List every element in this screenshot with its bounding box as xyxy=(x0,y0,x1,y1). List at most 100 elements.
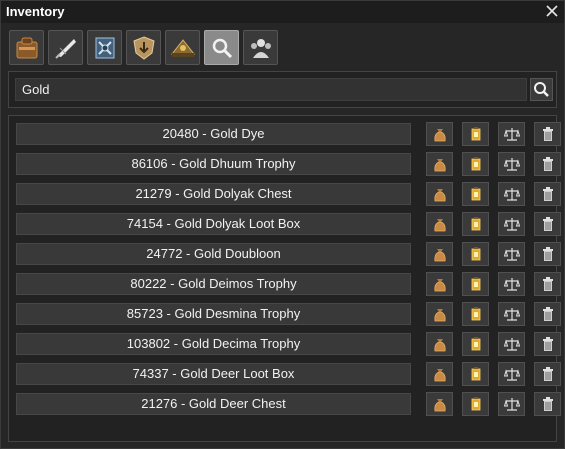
magnifier-icon xyxy=(212,38,232,58)
shield-arrow-icon xyxy=(132,35,155,60)
trading-post-button[interactable] xyxy=(498,182,525,206)
item-label[interactable]: 74337 - Gold Deer Loot Box xyxy=(16,363,411,385)
trading-post-button[interactable] xyxy=(498,122,525,146)
locate-button[interactable] xyxy=(462,272,489,296)
close-button[interactable] xyxy=(544,3,560,19)
tab-materials[interactable] xyxy=(165,30,200,65)
item-label[interactable]: 21276 - Gold Deer Chest xyxy=(16,393,411,415)
trading-post-button[interactable] xyxy=(498,302,525,326)
money-bag-icon xyxy=(433,159,446,172)
search-input[interactable] xyxy=(15,78,527,101)
money-bag-icon xyxy=(433,309,446,322)
item-label[interactable]: 85723 - Gold Desmina Trophy xyxy=(16,303,411,325)
deposit-button[interactable] xyxy=(426,212,453,236)
locate-button[interactable] xyxy=(462,302,489,326)
locate-button[interactable] xyxy=(462,212,489,236)
scales-icon xyxy=(503,248,520,261)
tab-guild[interactable] xyxy=(243,30,278,65)
list-item: 103802 - Gold Decima Trophy xyxy=(16,332,561,356)
locate-button[interactable] xyxy=(462,152,489,176)
locate-button[interactable] xyxy=(462,122,489,146)
scales-icon xyxy=(503,308,520,321)
window-title: Inventory xyxy=(6,4,65,19)
locate-button[interactable] xyxy=(462,392,489,416)
scales-icon xyxy=(503,398,520,411)
deposit-button[interactable] xyxy=(426,242,453,266)
list-item: 21279 - Gold Dolyak Chest xyxy=(16,182,561,206)
trash-icon xyxy=(542,337,553,351)
title-bar[interactable]: Inventory xyxy=(1,1,564,23)
lantern-icon xyxy=(471,247,480,261)
list-item: 86106 - Gold Dhuum Trophy xyxy=(16,152,561,176)
deposit-button[interactable] xyxy=(426,182,453,206)
lantern-icon xyxy=(471,127,480,141)
locate-button[interactable] xyxy=(462,182,489,206)
results-list: 20480 - Gold Dye 86106 - Gold Dhuum Trop… xyxy=(8,115,561,442)
item-label[interactable]: 20480 - Gold Dye xyxy=(16,123,411,145)
money-bag-icon xyxy=(433,129,446,142)
trash-icon xyxy=(542,367,553,381)
scales-icon xyxy=(503,338,520,351)
lantern-icon xyxy=(471,157,480,171)
tab-bar xyxy=(9,30,278,66)
delete-button[interactable] xyxy=(534,212,561,236)
list-item: 24772 - Gold Doubloon xyxy=(16,242,561,266)
delete-button[interactable] xyxy=(534,332,561,356)
delete-button[interactable] xyxy=(534,362,561,386)
delete-button[interactable] xyxy=(534,152,561,176)
deposit-button[interactable] xyxy=(426,272,453,296)
list-item: 74337 - Gold Deer Loot Box xyxy=(16,362,561,386)
deposit-button[interactable] xyxy=(426,362,453,386)
lantern-icon xyxy=(471,187,480,201)
item-label[interactable]: 74154 - Gold Dolyak Loot Box xyxy=(16,213,411,235)
delete-button[interactable] xyxy=(534,182,561,206)
locate-button[interactable] xyxy=(462,242,489,266)
quill-icon xyxy=(54,38,76,59)
deposit-button[interactable] xyxy=(426,302,453,326)
tab-bag[interactable] xyxy=(9,30,44,65)
trading-post-button[interactable] xyxy=(498,272,525,296)
locate-button[interactable] xyxy=(462,362,489,386)
delete-button[interactable] xyxy=(534,392,561,416)
delete-button[interactable] xyxy=(534,122,561,146)
money-bag-icon xyxy=(433,369,446,382)
tab-search[interactable] xyxy=(204,30,239,65)
trash-icon xyxy=(542,187,553,201)
deposit-button[interactable] xyxy=(426,122,453,146)
tab-crafting[interactable] xyxy=(48,30,83,65)
trash-icon xyxy=(542,397,553,411)
money-bag-icon xyxy=(433,339,446,352)
lantern-icon xyxy=(471,367,480,381)
trading-post-button[interactable] xyxy=(498,242,525,266)
deposit-button[interactable] xyxy=(426,332,453,356)
bank-vault-icon xyxy=(95,37,114,58)
delete-button[interactable] xyxy=(534,242,561,266)
scales-icon xyxy=(503,278,520,291)
list-item: 20480 - Gold Dye xyxy=(16,122,561,146)
trash-icon xyxy=(542,157,553,171)
delete-button[interactable] xyxy=(534,302,561,326)
trash-icon xyxy=(542,307,553,321)
item-label[interactable]: 103802 - Gold Decima Trophy xyxy=(16,333,411,355)
scales-icon xyxy=(503,218,520,231)
tab-bank[interactable] xyxy=(87,30,122,65)
deposit-button[interactable] xyxy=(426,392,453,416)
trading-post-button[interactable] xyxy=(498,152,525,176)
lantern-icon xyxy=(471,277,480,291)
item-label[interactable]: 24772 - Gold Doubloon xyxy=(16,243,411,265)
list-item: 85723 - Gold Desmina Trophy xyxy=(16,302,561,326)
trading-post-button[interactable] xyxy=(498,212,525,236)
trading-post-button[interactable] xyxy=(498,392,525,416)
close-icon xyxy=(546,5,558,17)
tab-equipment[interactable] xyxy=(126,30,161,65)
deposit-button[interactable] xyxy=(426,152,453,176)
trading-post-button[interactable] xyxy=(498,362,525,386)
item-label[interactable]: 21279 - Gold Dolyak Chest xyxy=(16,183,411,205)
item-label[interactable]: 86106 - Gold Dhuum Trophy xyxy=(16,153,411,175)
delete-button[interactable] xyxy=(534,272,561,296)
item-label[interactable]: 80222 - Gold Deimos Trophy xyxy=(16,273,411,295)
trading-post-button[interactable] xyxy=(498,332,525,356)
trash-icon xyxy=(542,217,553,231)
locate-button[interactable] xyxy=(462,332,489,356)
search-button[interactable] xyxy=(530,78,553,101)
